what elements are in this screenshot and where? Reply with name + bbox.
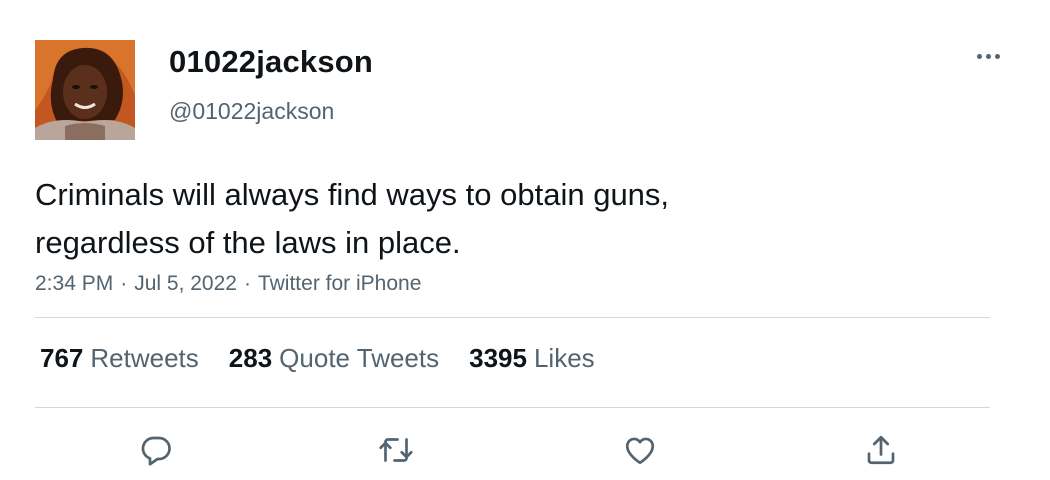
tweet-text-line: regardless of the laws in place. [35, 225, 461, 260]
retweets-stat[interactable]: 767 Retweets [40, 343, 199, 374]
retweet-button[interactable] [374, 428, 418, 472]
tweet-text: Criminals will always find ways to obtai… [35, 171, 935, 267]
user-handle[interactable]: @01022jackson [169, 98, 334, 125]
divider [35, 317, 990, 318]
tweet-meta: 2:34 PM · Jul 5, 2022 · Twitter for iPhone [35, 272, 421, 296]
retweets-count: 767 [40, 343, 84, 373]
reply-icon [141, 436, 171, 466]
divider [35, 407, 990, 408]
tweet-date[interactable]: Jul 5, 2022 [134, 272, 237, 295]
tweet-time[interactable]: 2:34 PM [35, 272, 113, 295]
likes-stat[interactable]: 3395 Likes [469, 343, 595, 374]
quote-tweets-count: 283 [228, 343, 273, 373]
share-button[interactable] [859, 428, 903, 472]
display-name[interactable]: 01022jackson [169, 44, 373, 80]
avatar[interactable] [35, 40, 135, 140]
tweet-text-line: Criminals will always find ways to obtai… [35, 177, 670, 212]
tweet-source[interactable]: Twitter for iPhone [258, 272, 421, 295]
quote-tweets-stat[interactable]: 283 Quote Tweets [229, 343, 439, 374]
dot [994, 53, 1000, 59]
meta-separator: · [120, 272, 128, 295]
like-button[interactable] [618, 428, 662, 472]
meta-separator: · [243, 272, 251, 295]
retweets-label: Retweets [90, 343, 199, 373]
share-icon [867, 435, 895, 465]
heart-icon [625, 437, 655, 465]
quote-tweets-label: Quote Tweets [279, 343, 440, 373]
tweet-stats: 767 Retweets 283 Quote Tweets 3395 Likes [40, 343, 595, 374]
likes-count: 3395 [469, 343, 527, 373]
tweet-card: 01022jackson @01022jackson Criminals wil… [0, 0, 1050, 480]
more-horizontal-icon[interactable] [968, 42, 1008, 70]
likes-label: Likes [533, 343, 595, 373]
dot [976, 53, 982, 59]
dot [985, 53, 991, 59]
retweet-icon [379, 438, 413, 462]
tweet-actions [0, 428, 1050, 472]
reply-button[interactable] [134, 428, 178, 472]
